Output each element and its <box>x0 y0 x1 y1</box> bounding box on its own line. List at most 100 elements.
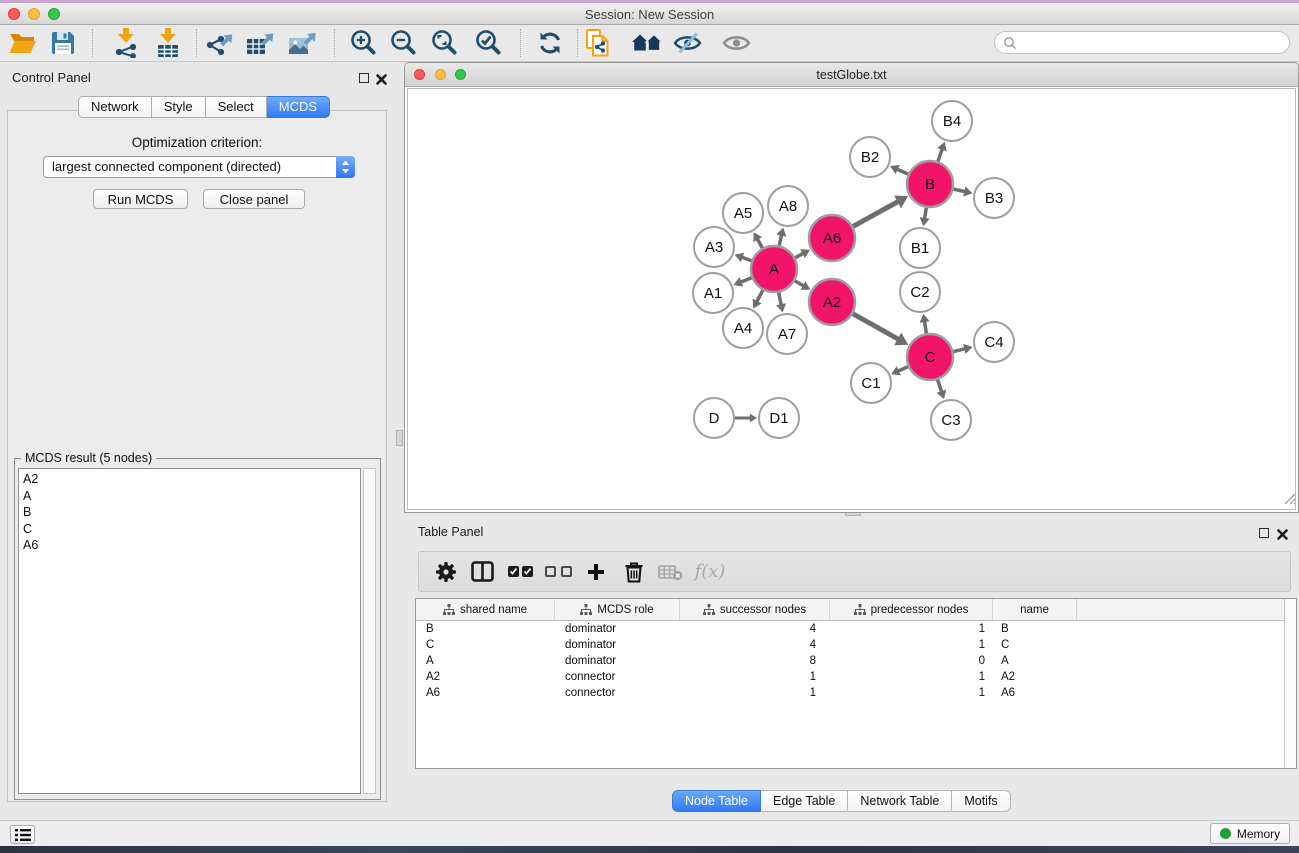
resize-grip-icon[interactable] <box>1283 492 1296 510</box>
network-window-titlebar[interactable]: testGlobe.txt <box>405 63 1298 87</box>
graph-edge-A-A7[interactable] <box>779 293 782 306</box>
graph-edge-A-A5[interactable] <box>757 239 762 248</box>
table-cell[interactable]: 0 <box>830 655 993 667</box>
graph-edge-A-A6[interactable] <box>795 253 803 257</box>
show-details-button[interactable] <box>719 27 755 59</box>
graph-node-A3[interactable]: A3 <box>694 227 734 267</box>
table-cell[interactable]: 8 <box>680 655 830 667</box>
graph-edge-A6-B[interactable] <box>853 201 898 226</box>
graph-node-B2[interactable]: B2 <box>850 137 890 177</box>
graph-edge-B-B3[interactable] <box>953 189 965 192</box>
close-panel-icon[interactable] <box>376 72 387 90</box>
graph-node-D1[interactable]: D1 <box>759 398 799 438</box>
graph-edge-C-C1[interactable] <box>898 367 908 371</box>
graph-edge-C-C4[interactable] <box>953 349 965 352</box>
delete-table-button[interactable] <box>651 552 689 591</box>
graph-node-D[interactable]: D <box>694 398 734 438</box>
mcds-result-item[interactable]: A <box>19 488 360 505</box>
table-cell[interactable]: B <box>416 623 555 635</box>
export-table-button[interactable] <box>243 27 279 59</box>
graph-edge-B-B4[interactable] <box>938 149 942 162</box>
table-cell[interactable]: A6 <box>993 687 1077 699</box>
apply-layout-button[interactable] <box>532 27 568 59</box>
column-header-name[interactable]: name <box>993 599 1077 620</box>
float-panel-icon[interactable] <box>359 73 369 83</box>
column-header-successor-nodes[interactable]: successor nodes <box>680 599 830 620</box>
graph-edge-A-A1[interactable] <box>740 278 751 282</box>
graph-node-A2[interactable]: A2 <box>809 279 855 325</box>
table-cell[interactable]: 1 <box>830 639 993 651</box>
mcds-result-item[interactable]: C <box>19 521 360 538</box>
graph-node-A5[interactable]: A5 <box>723 193 763 233</box>
graph-edge-B-B2[interactable] <box>897 169 908 174</box>
dropdown-stepper-icon[interactable] <box>336 156 355 178</box>
table-cell[interactable]: A <box>416 655 555 667</box>
graph-edge-C-C3[interactable] <box>938 380 942 392</box>
graph-node-A[interactable]: A <box>751 246 797 292</box>
deselect-all-button[interactable] <box>539 552 577 591</box>
hide-details-button[interactable] <box>670 27 706 59</box>
table-cell[interactable]: A6 <box>416 687 555 699</box>
graph-node-A6[interactable]: A6 <box>809 215 855 261</box>
table-cell[interactable]: connector <box>555 687 680 699</box>
table-cell[interactable]: connector <box>555 671 680 683</box>
tab-style[interactable]: Style <box>152 96 206 118</box>
table-cell[interactable]: 1 <box>830 687 993 699</box>
zoom-out-button[interactable] <box>385 27 421 59</box>
table-cell[interactable]: 1 <box>830 623 993 635</box>
task-history-button[interactable] <box>10 825 35 844</box>
graph-edge-B-B1[interactable] <box>925 208 927 219</box>
close-table-panel-icon[interactable] <box>1277 527 1288 545</box>
tab-network[interactable]: Network <box>78 96 152 118</box>
graph-node-B1[interactable]: B1 <box>900 228 940 268</box>
add-column-button[interactable] <box>577 552 615 591</box>
mcds-result-item[interactable]: A2 <box>19 471 360 488</box>
table-cell[interactable]: A2 <box>993 671 1077 683</box>
zoom-fit-button[interactable] <box>426 27 462 59</box>
graph-edge-C-C2[interactable] <box>924 321 926 333</box>
table-cell[interactable]: A2 <box>416 671 555 683</box>
table-cell[interactable]: dominator <box>555 655 680 667</box>
table-cell[interactable]: 4 <box>680 639 830 651</box>
graph-node-C3[interactable]: C3 <box>931 400 971 440</box>
vertical-splitter-handle[interactable] <box>396 430 403 446</box>
create-network-view-button[interactable] <box>580 27 616 59</box>
graph-node-C4[interactable]: C4 <box>974 322 1014 362</box>
graph-edge-A-A8[interactable] <box>779 235 781 246</box>
table-cell[interactable]: C <box>416 639 555 651</box>
zoom-in-button[interactable] <box>345 27 381 59</box>
export-network-button[interactable] <box>203 27 239 59</box>
home-view-button[interactable] <box>630 27 666 59</box>
search-input[interactable] <box>1022 36 1289 50</box>
table-cell[interactable]: C <box>993 639 1077 651</box>
table-cell[interactable]: 4 <box>680 623 830 635</box>
tab-select[interactable]: Select <box>206 96 267 118</box>
tab-edge-table[interactable]: Edge Table <box>761 790 848 812</box>
float-table-panel-icon[interactable] <box>1259 528 1269 538</box>
run-mcds-button[interactable]: Run MCDS <box>93 189 188 209</box>
mcds-result-item[interactable]: B <box>19 504 360 521</box>
result-scrollbar[interactable] <box>363 468 376 794</box>
table-cell[interactable]: 1 <box>680 687 830 699</box>
tab-mcds[interactable]: MCDS <box>267 96 330 118</box>
table-row[interactable]: Adominator80A <box>416 653 1284 669</box>
table-scrollbar[interactable] <box>1284 599 1296 768</box>
table-row[interactable]: A2connector11A2 <box>416 669 1284 685</box>
column-header-predecessor-nodes[interactable]: predecessor nodes <box>830 599 993 620</box>
table-settings-button[interactable] <box>427 552 465 591</box>
table-cell[interactable]: 1 <box>830 671 993 683</box>
mcds-result-list[interactable]: A2ABCA6 <box>18 468 361 794</box>
graph-edge-A2-C[interactable] <box>853 314 899 340</box>
graph-node-C1[interactable]: C1 <box>851 363 891 403</box>
tab-node-table[interactable]: Node Table <box>672 790 761 812</box>
graph-node-A8[interactable]: A8 <box>768 186 808 226</box>
select-all-button[interactable] <box>501 552 539 591</box>
tab-motifs[interactable]: Motifs <box>952 790 1010 812</box>
delete-columns-button[interactable] <box>615 552 653 591</box>
tab-network-table[interactable]: Network Table <box>848 790 952 812</box>
function-builder-button[interactable]: f(x) <box>689 552 731 591</box>
mcds-result-item[interactable]: A6 <box>19 537 360 554</box>
table-cell[interactable]: dominator <box>555 623 680 635</box>
table-cell[interactable]: A <box>993 655 1077 667</box>
show-columns-button[interactable] <box>463 552 501 591</box>
